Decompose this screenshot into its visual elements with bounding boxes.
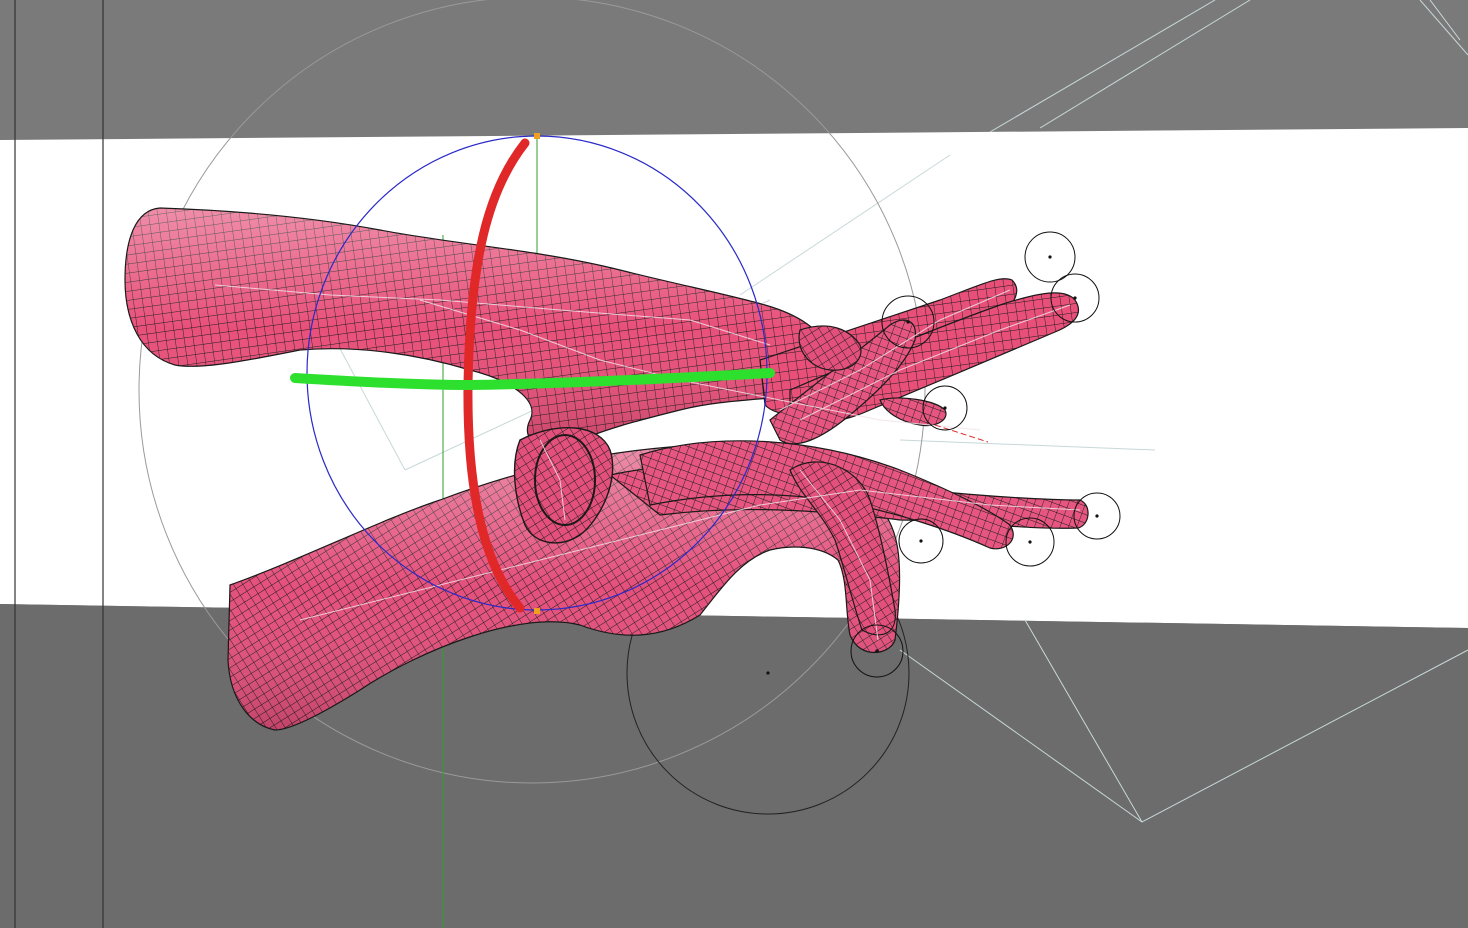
3d-viewport[interactable] <box>0 0 1468 928</box>
viewport-canvas[interactable] <box>0 0 1468 928</box>
gizmo-pivot-handle-bottom[interactable] <box>534 608 540 614</box>
gizmo-pivot-handle-top[interactable] <box>534 133 540 139</box>
